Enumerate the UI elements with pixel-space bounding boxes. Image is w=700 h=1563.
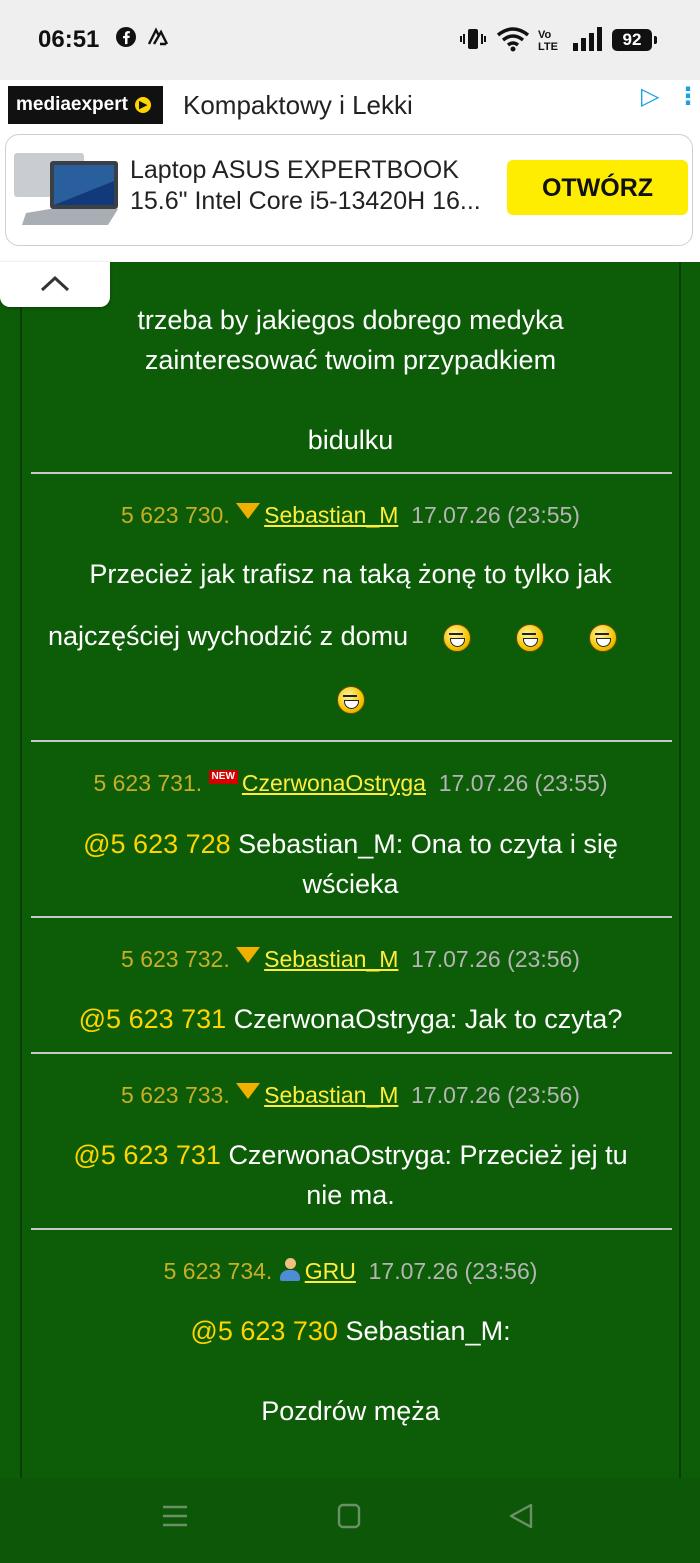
vibrate-icon (460, 26, 486, 59)
status-time: 06:51 (38, 26, 100, 53)
more-vert-icon[interactable]: ⋮ (676, 82, 700, 111)
divider (31, 472, 672, 474)
laptop-image (12, 151, 124, 231)
ad-title-line1: Laptop ASUS EXPERTBOOK (130, 156, 459, 184)
wifi-icon (496, 26, 530, 59)
comment-number: 5 623 731. (93, 770, 203, 796)
reply-reference-link[interactable]: @5 623 731 (73, 1140, 221, 1170)
volte-icon: Vo LTE (538, 29, 558, 53)
gem-icon (236, 1082, 261, 1099)
post-line: bidulku (307, 425, 394, 455)
brand-name: mediaexpert (16, 94, 128, 115)
comment-line: CzerwonaOstryga: Przecież jej tu (228, 1140, 628, 1170)
comment-line: Pozdrów męża (261, 1396, 440, 1426)
comment-number: 5 623 733. (121, 1082, 230, 1108)
facebook-icon (115, 26, 137, 55)
ad-choices-icon[interactable]: ▷ (641, 82, 659, 111)
comment-text: Przecież jak trafisz na taką żonę to tyl… (22, 554, 679, 718)
comment-line: wścieka (302, 869, 399, 899)
post-line: zainteresować twoim przypadkiem (144, 345, 557, 375)
divider (31, 916, 672, 918)
reply-reference-link[interactable]: @5 623 728 (83, 829, 231, 859)
ad-product-title: Laptop ASUS EXPERTBOOK 15.6" Intel Core … (130, 155, 500, 217)
comment-date: 17.07.26 (23:56) (411, 946, 580, 972)
open-button[interactable]: OTWÓRZ (507, 160, 688, 215)
reply-reference-link[interactable]: @5 623 731 (79, 1004, 227, 1034)
collapse-ad-button[interactable] (0, 262, 110, 307)
comment-number: 5 623 730. (121, 502, 230, 528)
play-icon: ▶ (135, 96, 152, 113)
username-link[interactable]: Sebastian_M (264, 502, 398, 528)
user-avatar-icon (279, 1258, 301, 1282)
comment-date: 17.07.26 (23:55) (411, 502, 580, 528)
comment-date: 17.07.26 (23:55) (438, 770, 608, 796)
system-nav-bar (0, 1478, 700, 1563)
comment-number: 5 623 732. (121, 946, 230, 972)
laughing-emoji-icon (336, 685, 365, 714)
comment-meta: 5 623 730. Sebastian_M 17.07.26 (23:55) (22, 502, 679, 529)
comment-text: @5 623 728 Sebastian_M: Ona to czyta i s… (22, 824, 679, 904)
comment-number: 5 623 734. (163, 1258, 273, 1284)
chevron-up-icon (40, 275, 70, 292)
back-icon[interactable] (508, 1503, 534, 1537)
comment-meta: 5 623 731. NEW CzerwonaOstryga 17.07.26 (… (22, 770, 679, 797)
comment-line: nie ma. (306, 1180, 395, 1210)
status-bar: 06:51 Vo LTE 92 (0, 0, 700, 80)
battery-icon: 92 (612, 29, 657, 51)
signal-icon (572, 26, 604, 59)
username-link[interactable]: Sebastian_M (264, 946, 398, 972)
comment-line-with-emoji: najczęściej wychodzić z domu (22, 616, 679, 656)
comment-text: @5 623 730 Sebastian_M: Pozdrów męża (22, 1311, 679, 1431)
comment-line: CzerwonaOstryga: Jak to czyta? (233, 1004, 623, 1034)
post-line: trzeba by jakiegos dobrego medyka (137, 305, 564, 335)
menu-icon[interactable] (162, 1503, 188, 1537)
laughing-emoji-icon (516, 623, 545, 652)
reply-reference-link[interactable]: @5 623 730 (190, 1316, 338, 1346)
comment-meta: 5 623 734. GRU 17.07.26 (23:56) (22, 1258, 679, 1285)
ad-card[interactable]: Laptop ASUS EXPERTBOOK 15.6" Intel Core … (5, 134, 693, 246)
laughing-emoji-icon (589, 623, 618, 652)
post-text: trzeba by jakiegos dobrego medyka zainte… (22, 300, 679, 460)
new-badge-icon: NEW (208, 770, 238, 784)
comment-date: 17.07.26 (23:56) (411, 1082, 580, 1108)
username-link[interactable]: CzerwonaOstryga (242, 770, 426, 796)
comment-meta: 5 623 733. Sebastian_M 17.07.26 (23:56) (22, 1082, 679, 1109)
ad-title-line2: 15.6" Intel Core i5-13420H 16... (130, 187, 481, 215)
divider (31, 740, 672, 742)
username-link[interactable]: Sebastian_M (264, 1082, 398, 1108)
comment-line: Sebastian_M: (345, 1316, 511, 1346)
ad-headline: Kompaktowy i Lekki (183, 90, 413, 120)
divider (31, 1052, 672, 1054)
comment-meta: 5 623 732. Sebastian_M 17.07.26 (23:56) (22, 946, 679, 973)
comment-date: 17.07.26 (23:56) (368, 1258, 538, 1284)
gem-icon (236, 502, 261, 519)
laughing-emoji-icon (443, 623, 472, 652)
brand-logo: mediaexpert ▶ (8, 86, 163, 124)
gem-icon (236, 946, 261, 963)
comment-text: @5 623 731 CzerwonaOstryga: Jak to czyta… (22, 999, 679, 1039)
home-icon[interactable] (337, 1503, 361, 1537)
ad-banner[interactable]: mediaexpert ▶ Kompaktowy i Lekki ▷ ⋮ Lap… (0, 80, 700, 262)
comment-line: Przecież jak trafisz na taką żonę to tyl… (89, 559, 612, 589)
comment-line: najczęściej wychodzić z domu (48, 621, 409, 651)
comment-text: @5 623 731 CzerwonaOstryga: Przecież jej… (22, 1135, 679, 1215)
divider (31, 1228, 672, 1230)
app-notification-icon (146, 26, 170, 55)
comment-line: Sebastian_M: Ona to czyta i się (238, 829, 618, 859)
comments-thread: trzeba by jakiegos dobrego medyka zainte… (20, 262, 681, 1478)
username-link[interactable]: GRU (305, 1258, 356, 1284)
